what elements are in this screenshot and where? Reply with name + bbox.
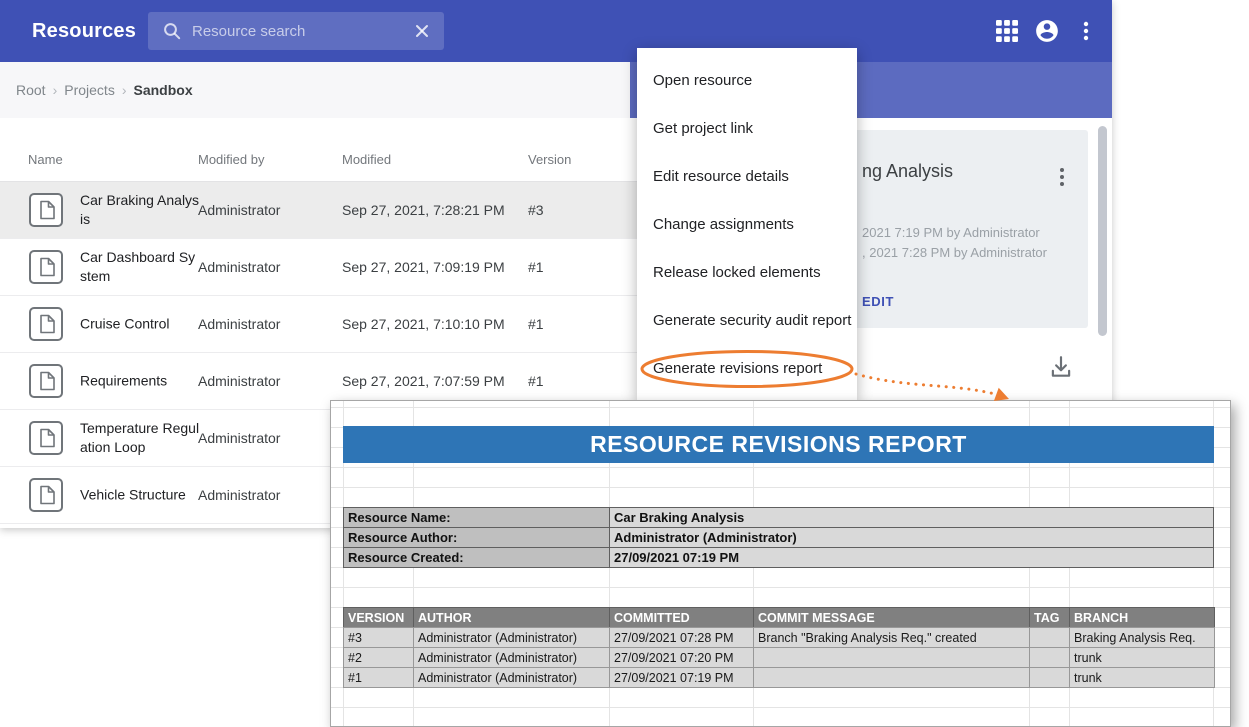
overflow-icon[interactable] xyxy=(1076,19,1096,43)
clear-search-icon[interactable] xyxy=(414,23,430,39)
apps-icon[interactable] xyxy=(996,20,1018,42)
cell-modified: Sep 27, 2021, 7:28:21 PM xyxy=(342,202,505,218)
report-cell xyxy=(753,667,1030,688)
cell-modified-by: Administrator xyxy=(198,316,280,332)
report-cell: trunk xyxy=(1069,667,1215,688)
cell-name: Cruise Control xyxy=(80,315,200,334)
app-header: Resources xyxy=(0,0,1112,62)
report-label-resource-name: Resource Name: xyxy=(343,507,610,528)
table-row-cruise-control[interactable]: Cruise Control Administrator Sep 27, 202… xyxy=(0,296,645,353)
cell-modified-by: Administrator xyxy=(198,430,280,446)
search-box[interactable] xyxy=(148,12,444,50)
cell-modified-by: Administrator xyxy=(198,373,280,389)
report-column-branch: BRANCH xyxy=(1069,607,1215,628)
report-cell: #3 xyxy=(343,627,414,648)
cell-name: Requirements xyxy=(80,372,200,391)
report-cell: trunk xyxy=(1069,647,1215,668)
report-value-resource-author: Administrator (Administrator) xyxy=(609,527,1214,548)
menu-item-generate-security-audit-report[interactable]: Generate security audit report xyxy=(637,296,857,344)
report-column-author: AUTHOR xyxy=(413,607,610,628)
report-cell xyxy=(1029,627,1070,648)
document-icon xyxy=(28,249,64,285)
report-label-resource-created: Resource Created: xyxy=(343,547,610,568)
menu-item-change-assignments[interactable]: Change assignments xyxy=(637,200,857,248)
report-cell: 27/09/2021 07:20 PM xyxy=(609,647,754,668)
report-column-commit-message: COMMIT MESSAGE xyxy=(753,607,1030,628)
report-column-committed: COMMITTED xyxy=(609,607,754,628)
search-icon xyxy=(162,21,182,41)
breadcrumb-item-sandbox: Sandbox xyxy=(134,82,193,98)
report-cell xyxy=(753,647,1030,668)
spreadsheet-grid: RESOURCE REVISIONS REPORT Resource Name:… xyxy=(331,401,1230,726)
column-header-modified-by[interactable]: Modified by xyxy=(198,152,264,167)
cell-modified-by: Administrator xyxy=(198,487,280,503)
edit-button[interactable]: EDIT xyxy=(862,294,894,309)
cell-name: Car Dashboard System xyxy=(80,248,200,286)
report-cell: 27/09/2021 07:28 PM xyxy=(609,627,754,648)
report-column-tag: TAG xyxy=(1029,607,1070,628)
menu-item-edit-resource-details[interactable]: Edit resource details xyxy=(637,152,857,200)
header-actions xyxy=(996,0,1096,62)
cell-name: Temperature Regulation Loop xyxy=(80,419,200,457)
detail-title-fragment: ng Analysis xyxy=(862,161,953,182)
cell-version: #1 xyxy=(528,316,544,332)
menu-item-release-locked-elements[interactable]: Release locked elements xyxy=(637,248,857,296)
cell-modified-by: Administrator xyxy=(198,202,280,218)
report-cell xyxy=(1029,647,1070,668)
breadcrumb-item-projects[interactable]: Projects xyxy=(64,82,115,98)
document-icon xyxy=(28,192,64,228)
report-cell: Administrator (Administrator) xyxy=(413,627,610,648)
report-value-resource-created: 27/09/2021 07:19 PM xyxy=(609,547,1214,568)
account-icon[interactable] xyxy=(1034,18,1060,44)
cell-modified: Sep 27, 2021, 7:07:59 PM xyxy=(342,373,505,389)
menu-item-get-project-link[interactable]: Get project link xyxy=(637,104,857,152)
document-icon xyxy=(28,477,64,513)
menu-item-open-resource[interactable]: Open resource xyxy=(637,56,857,104)
breadcrumb-separator-icon: › xyxy=(122,82,127,98)
report-cell: 27/09/2021 07:19 PM xyxy=(609,667,754,688)
breadcrumb-item-root[interactable]: Root xyxy=(16,82,46,98)
report-column-version: VERSION xyxy=(343,607,414,628)
menu-item-generate-revisions-report[interactable]: Generate revisions report xyxy=(637,344,857,392)
cell-version: #1 xyxy=(528,373,544,389)
detail-modified-fragment: , 2021 7:28 PM by Administrator xyxy=(862,245,1047,260)
cell-version: #3 xyxy=(528,202,544,218)
column-header-name[interactable]: Name xyxy=(28,152,63,167)
screenshot-stage: Resources xyxy=(0,0,1249,727)
report-cell: Branch "Braking Analysis Req." created xyxy=(753,627,1030,648)
report-cell: Braking Analysis Req. xyxy=(1069,627,1215,648)
app-title: Resources xyxy=(32,0,136,62)
report-value-resource-name: Car Braking Analysis xyxy=(609,507,1214,528)
document-icon xyxy=(28,306,64,342)
column-header-version[interactable]: Version xyxy=(528,152,571,167)
breadcrumb-separator-icon: › xyxy=(53,82,58,98)
revisions-report-window: RESOURCE REVISIONS REPORT Resource Name:… xyxy=(330,400,1231,727)
report-cell: #2 xyxy=(343,647,414,668)
report-cell: Administrator (Administrator) xyxy=(413,667,610,688)
cell-modified: Sep 27, 2021, 7:09:19 PM xyxy=(342,259,505,275)
table-row-car-braking-analysis[interactable]: Car Braking Analysis Administrator Sep 2… xyxy=(0,182,645,239)
detail-created-fragment: 2021 7:19 PM by Administrator xyxy=(862,225,1040,240)
cell-name: Vehicle Structure xyxy=(80,486,200,505)
download-icon[interactable] xyxy=(1048,354,1074,380)
report-cell: Administrator (Administrator) xyxy=(413,647,610,668)
report-cell xyxy=(1029,667,1070,688)
column-header-modified[interactable]: Modified xyxy=(342,152,391,167)
context-menu: Open resource Get project link Edit reso… xyxy=(637,48,857,400)
document-icon xyxy=(28,420,64,456)
breadcrumb: Root › Projects › Sandbox xyxy=(16,62,193,118)
table-header: Name Modified by Modified Version xyxy=(0,118,645,182)
document-icon xyxy=(28,363,64,399)
cell-modified: Sep 27, 2021, 7:10:10 PM xyxy=(342,316,505,332)
report-cell: #1 xyxy=(343,667,414,688)
table-row-car-dashboard-system[interactable]: Car Dashboard System Administrator Sep 2… xyxy=(0,239,645,296)
scrollbar-thumb[interactable] xyxy=(1098,126,1107,336)
search-input[interactable] xyxy=(192,23,404,40)
cell-modified-by: Administrator xyxy=(198,259,280,275)
report-label-resource-author: Resource Author: xyxy=(343,527,610,548)
report-title: RESOURCE REVISIONS REPORT xyxy=(343,426,1214,463)
card-more-icon[interactable] xyxy=(1054,166,1070,188)
cell-name: Car Braking Analysis xyxy=(80,191,200,229)
cell-version: #1 xyxy=(528,259,544,275)
